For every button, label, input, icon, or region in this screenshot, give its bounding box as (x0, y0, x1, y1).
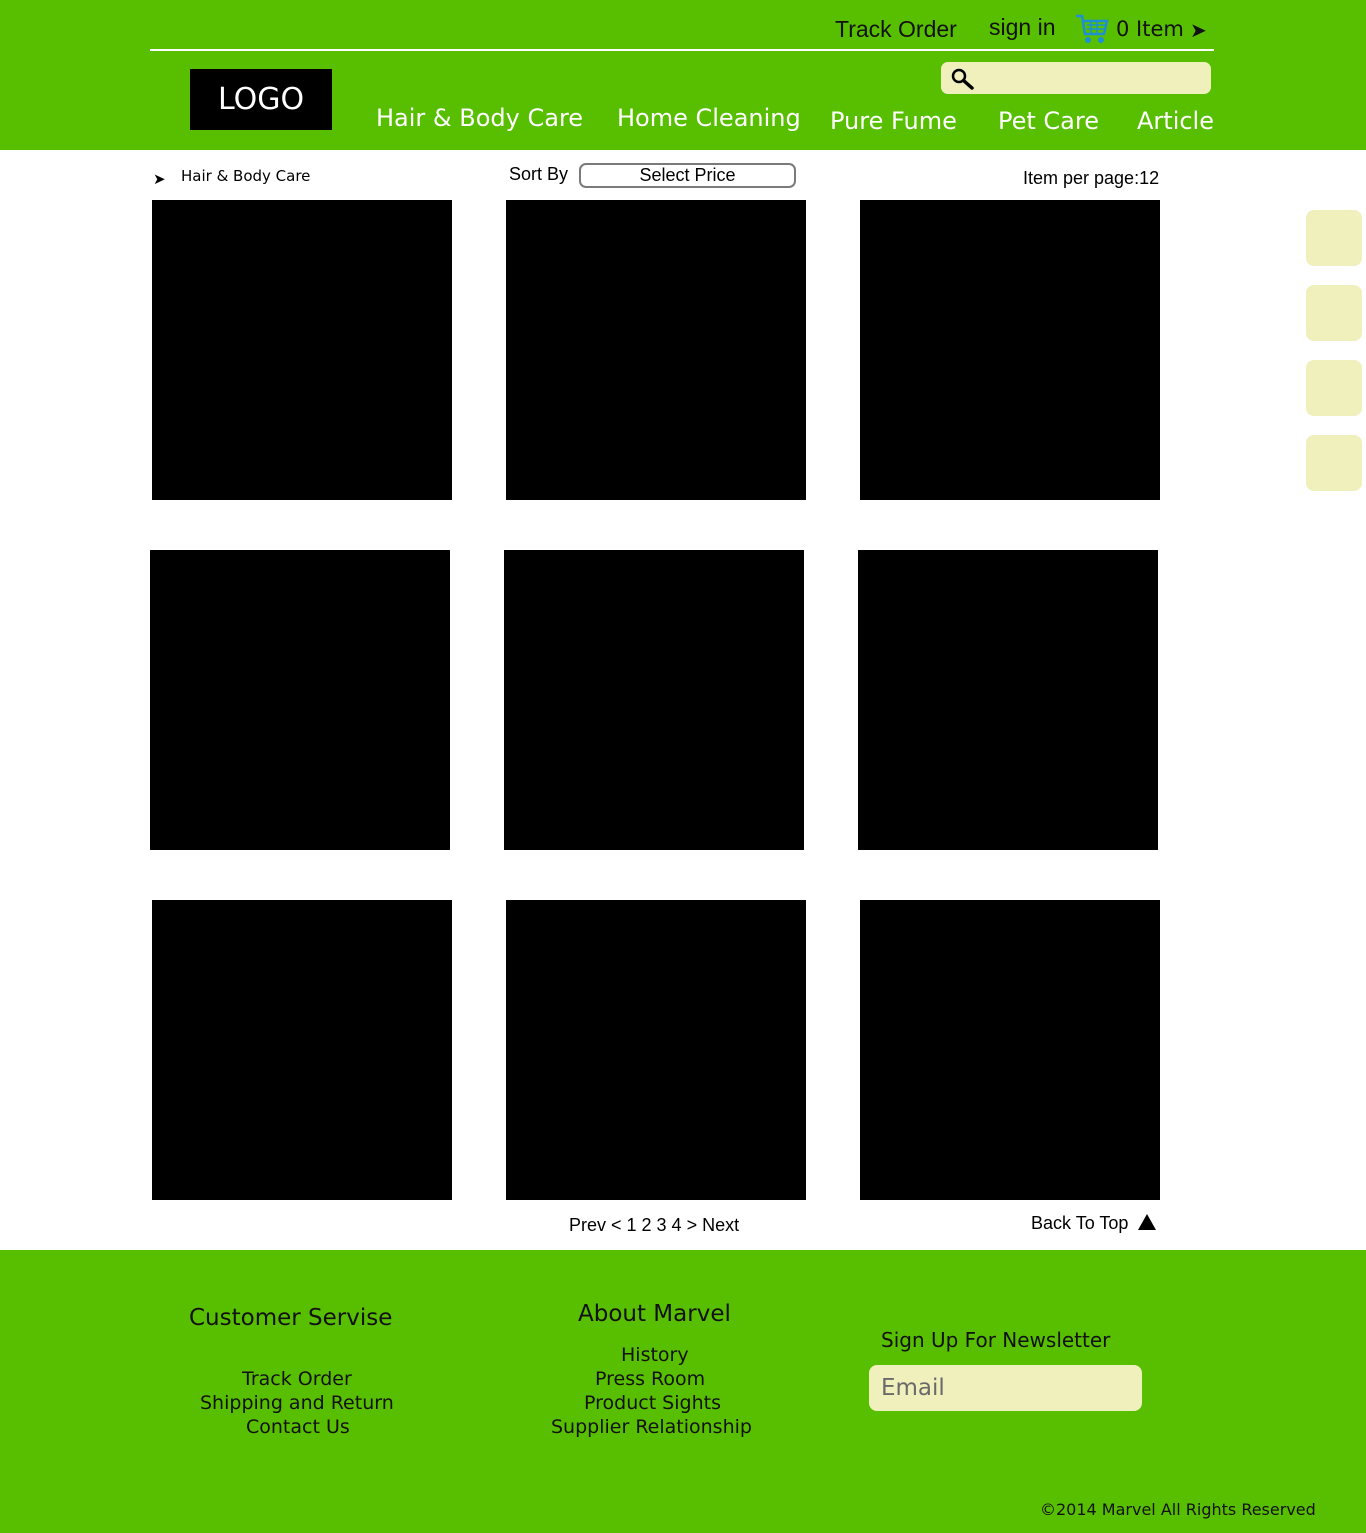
magnifier-icon[interactable] (950, 67, 974, 91)
sort-price-select[interactable]: Select Price (579, 163, 796, 188)
footer-customer-service-title: Customer Servise (189, 1305, 393, 1331)
newsletter-email-input[interactable] (869, 1365, 1142, 1411)
footer-link-shipping-return[interactable]: Shipping and Return (200, 1392, 394, 1414)
footer-link-contact-us[interactable]: Contact Us (246, 1416, 350, 1438)
back-to-top-link[interactable]: Back To Top (1031, 1213, 1128, 1234)
product-tile[interactable] (152, 200, 452, 500)
sort-label: Sort By (509, 164, 569, 184)
nav-pure-fume[interactable]: Pure Fume (830, 107, 957, 135)
product-tile[interactable] (150, 550, 450, 850)
triangle-up-icon[interactable] (1137, 1213, 1157, 1231)
copyright: ©2014 Marvel All Rights Reserved (1040, 1500, 1316, 1519)
side-float-button[interactable] (1306, 285, 1362, 341)
newsletter-title: Sign Up For Newsletter (881, 1328, 1111, 1352)
side-float-button[interactable] (1306, 435, 1362, 491)
footer-about-title: About Marvel (578, 1301, 731, 1327)
pagination[interactable]: Prev < 1 2 3 4 > Next (569, 1215, 739, 1236)
nav-pet-care[interactable]: Pet Care (998, 107, 1099, 135)
product-tile[interactable] (152, 900, 452, 1200)
product-tile[interactable] (506, 900, 806, 1200)
product-tile[interactable] (506, 200, 806, 500)
product-tile[interactable] (504, 550, 804, 850)
track-order-link[interactable]: Track Order (835, 16, 957, 43)
nav-article[interactable]: Article (1137, 107, 1214, 135)
footer-link-track-order[interactable]: Track Order (242, 1368, 352, 1390)
cart-count[interactable]: 0 Item (1116, 17, 1184, 41)
product-tile[interactable] (858, 550, 1158, 850)
product-tile[interactable] (860, 200, 1160, 500)
product-tile[interactable] (860, 900, 1160, 1200)
breadcrumb[interactable]: Hair & Body Care (181, 167, 310, 185)
breadcrumb-arrow-icon: ➤ (153, 171, 166, 188)
items-per-page[interactable]: Item per page:12 (1023, 168, 1159, 189)
footer-link-product-sights[interactable]: Product Sights (584, 1392, 721, 1414)
cart-arrow-icon[interactable]: ➤ (1190, 18, 1207, 43)
header-divider (150, 49, 1214, 51)
side-float-button[interactable] (1306, 360, 1362, 416)
nav-home-cleaning[interactable]: Home Cleaning (617, 104, 801, 132)
footer-link-history[interactable]: History (621, 1344, 689, 1366)
shopping-cart-icon[interactable] (1075, 13, 1109, 45)
search-input[interactable] (941, 62, 1211, 94)
sign-in-link[interactable]: sign in (989, 14, 1055, 41)
footer-link-supplier-relationship[interactable]: Supplier Relationship (551, 1416, 752, 1438)
nav-hair-body-care[interactable]: Hair & Body Care (376, 104, 583, 132)
side-float-button[interactable] (1306, 210, 1362, 266)
footer-link-press-room[interactable]: Press Room (595, 1368, 705, 1390)
site-logo[interactable]: LOGO (190, 69, 332, 130)
